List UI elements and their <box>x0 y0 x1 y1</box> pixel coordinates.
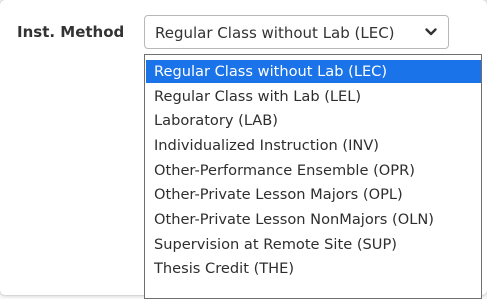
inst-method-select[interactable]: Regular Class without Lab (LEC) <box>144 15 449 49</box>
inst-method-label: Inst. Method <box>17 23 125 41</box>
option-opr[interactable]: Other-Performance Ensemble (OPR) <box>146 159 481 182</box>
option-lel[interactable]: Regular Class with Lab (LEL) <box>146 85 481 108</box>
inst-method-dropdown-list: Regular Class without Lab (LEC) Regular … <box>144 54 482 299</box>
option-the[interactable]: Thesis Credit (THE) <box>146 257 481 280</box>
option-lec[interactable]: Regular Class without Lab (LEC) <box>146 60 481 83</box>
selected-value: Regular Class without Lab (LEC) <box>155 24 395 42</box>
chevron-down-icon <box>425 28 437 36</box>
form-card: Inst. Method Regular Class without Lab (… <box>0 0 487 299</box>
option-sup[interactable]: Supervision at Remote Site (SUP) <box>146 233 481 256</box>
option-opl[interactable]: Other-Private Lesson Majors (OPL) <box>146 183 481 206</box>
option-lab[interactable]: Laboratory (LAB) <box>146 109 481 132</box>
option-inv[interactable]: Individualized Instruction (INV) <box>146 134 481 157</box>
option-oln[interactable]: Other-Private Lesson NonMajors (OLN) <box>146 208 481 231</box>
